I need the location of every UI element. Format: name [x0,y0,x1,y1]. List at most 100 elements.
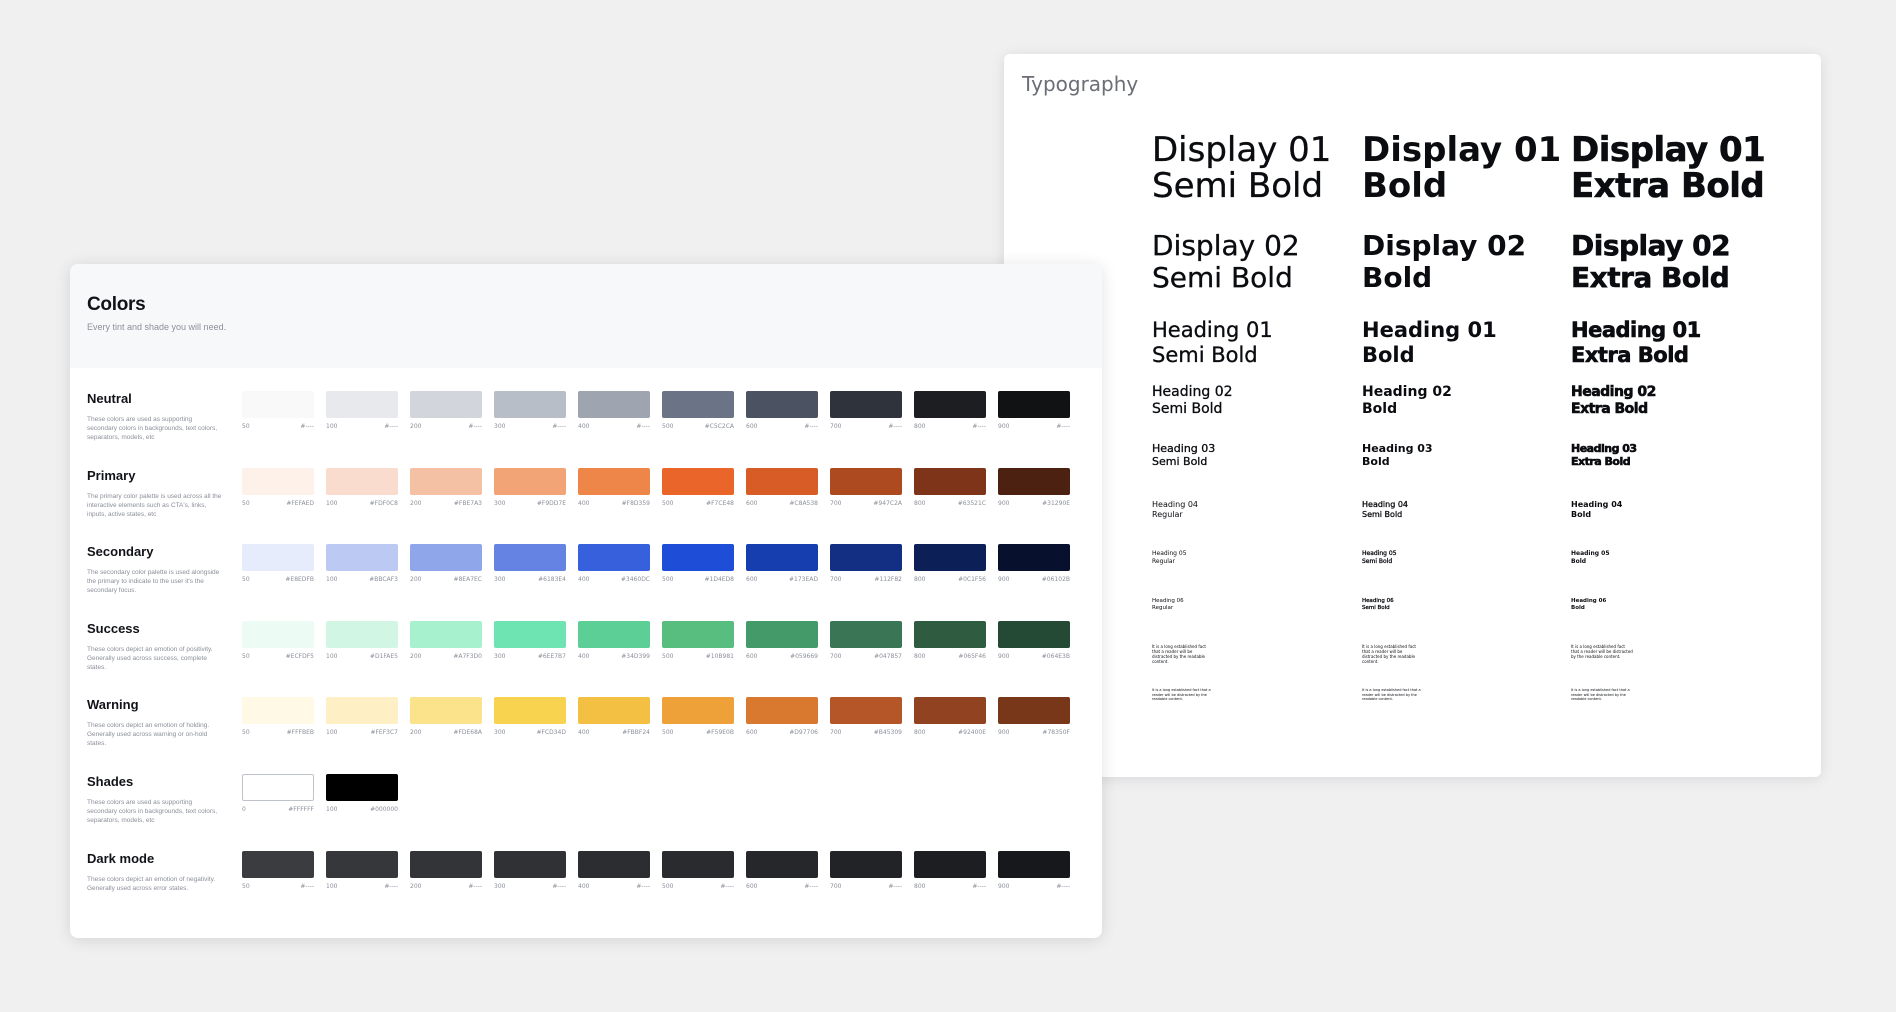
color-swatch[interactable] [746,697,818,724]
color-swatch-item[interactable]: 200 #---- [410,391,482,436]
color-swatch-item[interactable]: 500 #C5C2CA [662,391,734,436]
color-swatch-item[interactable]: 300 #---- [494,391,566,436]
color-swatch-item[interactable]: 900 #78350F [998,697,1070,742]
color-swatch-item[interactable]: 700 #947C2A [830,468,902,513]
color-swatch[interactable] [494,621,566,648]
color-swatch[interactable] [326,544,398,571]
color-swatch[interactable] [914,621,986,648]
color-swatch[interactable] [914,391,986,418]
color-swatch[interactable] [578,697,650,724]
color-swatch-item[interactable]: 600 #C8A538 [746,468,818,513]
color-swatch[interactable] [242,851,314,878]
color-swatch[interactable] [914,697,986,724]
color-swatch-item[interactable]: 400 #F8D359 [578,468,650,513]
color-swatch[interactable] [578,621,650,648]
color-swatch[interactable] [662,851,734,878]
color-swatch[interactable] [494,468,566,495]
color-swatch[interactable] [998,391,1070,418]
color-swatch[interactable] [746,468,818,495]
color-swatch[interactable] [494,544,566,571]
color-swatch-item[interactable]: 900 #---- [998,391,1070,436]
color-swatch[interactable] [746,391,818,418]
color-swatch[interactable] [830,468,902,495]
color-swatch-item[interactable]: 300 #6EE7B7 [494,621,566,666]
color-swatch-item[interactable]: 300 #F9DD7E [494,468,566,513]
color-swatch[interactable] [830,851,902,878]
color-swatch[interactable] [242,391,314,418]
color-swatch-item[interactable]: 50 #E8EDFB [242,544,314,589]
color-swatch-item[interactable]: 800 #---- [914,391,986,436]
color-swatch-item[interactable]: 900 #064E3B [998,621,1070,666]
color-swatch-item[interactable]: 400 #---- [578,391,650,436]
color-swatch[interactable] [494,851,566,878]
color-swatch-item[interactable]: 500 #---- [662,851,734,896]
color-swatch-item[interactable]: 0 #FFFFFF [242,774,314,819]
color-swatch[interactable] [830,544,902,571]
color-swatch-item[interactable]: 50 #FEFAED [242,468,314,513]
color-swatch-item[interactable]: 700 #112F82 [830,544,902,589]
color-swatch-item[interactable]: 50 #---- [242,851,314,896]
color-swatch-item[interactable]: 900 #31290E [998,468,1070,513]
color-swatch-item[interactable]: 100 #FDF0C8 [326,468,398,513]
color-swatch-item[interactable]: 800 #92400E [914,697,986,742]
color-swatch-item[interactable]: 800 #63521C [914,468,986,513]
color-swatch[interactable] [662,544,734,571]
color-swatch-item[interactable]: 700 #B45309 [830,697,902,742]
color-swatch-item[interactable]: 100 #---- [326,851,398,896]
color-swatch[interactable] [830,621,902,648]
color-swatch-item[interactable]: 300 #---- [494,851,566,896]
color-swatch[interactable] [914,544,986,571]
color-swatch-item[interactable]: 700 #047857 [830,621,902,666]
color-swatch-item[interactable]: 200 #FBE7A3 [410,468,482,513]
color-swatch-item[interactable]: 500 #F7CE48 [662,468,734,513]
color-swatch-item[interactable]: 200 #FDE68A [410,697,482,742]
color-swatch[interactable] [662,468,734,495]
color-swatch-item[interactable]: 100 #FEF3C7 [326,697,398,742]
color-swatch[interactable] [242,621,314,648]
color-swatch[interactable] [662,697,734,724]
color-swatch[interactable] [242,468,314,495]
color-swatch[interactable] [410,621,482,648]
color-swatch[interactable] [494,697,566,724]
color-swatch-item[interactable]: 700 #---- [830,851,902,896]
color-swatch[interactable] [998,697,1070,724]
color-swatch[interactable] [578,468,650,495]
color-swatch[interactable] [410,544,482,571]
color-swatch-item[interactable]: 500 #1D4ED8 [662,544,734,589]
color-swatch[interactable] [326,468,398,495]
color-swatch[interactable] [410,697,482,724]
color-swatch[interactable] [410,851,482,878]
color-swatch-item[interactable]: 800 #---- [914,851,986,896]
color-swatch[interactable] [326,391,398,418]
color-swatch-item[interactable]: 400 #34D399 [578,621,650,666]
color-swatch-item[interactable]: 50 #FFFBEB [242,697,314,742]
color-swatch[interactable] [746,544,818,571]
color-swatch-item[interactable]: 400 #FBBF24 [578,697,650,742]
color-swatch-item[interactable]: 50 #---- [242,391,314,436]
color-swatch[interactable] [914,468,986,495]
color-swatch-item[interactable]: 100 #D1FAE5 [326,621,398,666]
color-swatch[interactable] [410,468,482,495]
color-swatch-item[interactable]: 50 #ECFDF5 [242,621,314,666]
color-swatch-item[interactable]: 900 #---- [998,851,1070,896]
color-swatch-item[interactable]: 500 #10B981 [662,621,734,666]
color-swatch[interactable] [998,468,1070,495]
color-swatch[interactable] [830,391,902,418]
color-swatch[interactable] [746,621,818,648]
color-swatch-item[interactable]: 600 #---- [746,391,818,436]
color-swatch-item[interactable]: 300 #FCD34D [494,697,566,742]
color-swatch[interactable] [578,391,650,418]
color-swatch-item[interactable]: 100 #000000 [326,774,398,819]
color-swatch[interactable] [326,774,398,801]
color-swatch[interactable] [830,697,902,724]
color-swatch[interactable] [998,621,1070,648]
color-swatch[interactable] [578,544,650,571]
color-swatch[interactable] [410,391,482,418]
color-swatch[interactable] [998,851,1070,878]
color-swatch-item[interactable]: 100 #---- [326,391,398,436]
color-swatch-item[interactable]: 600 #173EAD [746,544,818,589]
color-swatch[interactable] [494,391,566,418]
color-swatch-item[interactable]: 500 #F59E0B [662,697,734,742]
color-swatch-item[interactable]: 300 #6183E4 [494,544,566,589]
color-swatch-item[interactable]: 100 #BBCAF3 [326,544,398,589]
